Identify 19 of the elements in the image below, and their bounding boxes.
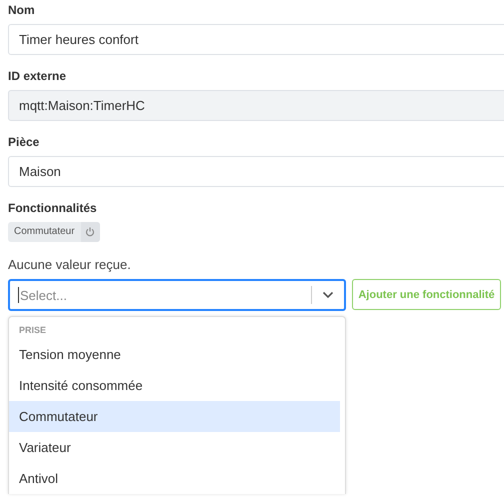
dropdown-option[interactable]: Commutateur	[9, 401, 340, 432]
tag-label: Commutateur	[13, 225, 76, 239]
power-button[interactable]	[80, 222, 100, 242]
field-label: ID externe	[8, 69, 68, 85]
text-field[interactable]: Maison	[8, 156, 504, 187]
feature-select[interactable]: Select...	[8, 279, 346, 311]
status-text: Aucune valeur reçue.	[8, 257, 132, 273]
text-field[interactable]: Timer heures confort	[8, 24, 504, 55]
dropdown-option[interactable]: Variateur	[9, 432, 340, 463]
power-icon	[85, 227, 96, 237]
text-field[interactable]: mqtt:Maison:TimerHC	[8, 90, 504, 121]
field-label: Nom	[8, 3, 36, 19]
dropdown-option[interactable]: Intensité consommée	[9, 370, 340, 401]
field-label: Pièce	[8, 135, 40, 151]
chevron-down-icon	[322, 291, 334, 299]
group-heading: PRISE	[18, 324, 48, 337]
dropdown-option[interactable]: Antivol	[9, 463, 340, 494]
dropdown-option[interactable]: Tension moyenne	[9, 339, 340, 370]
section-label: Fonctionnalités	[8, 201, 98, 217]
